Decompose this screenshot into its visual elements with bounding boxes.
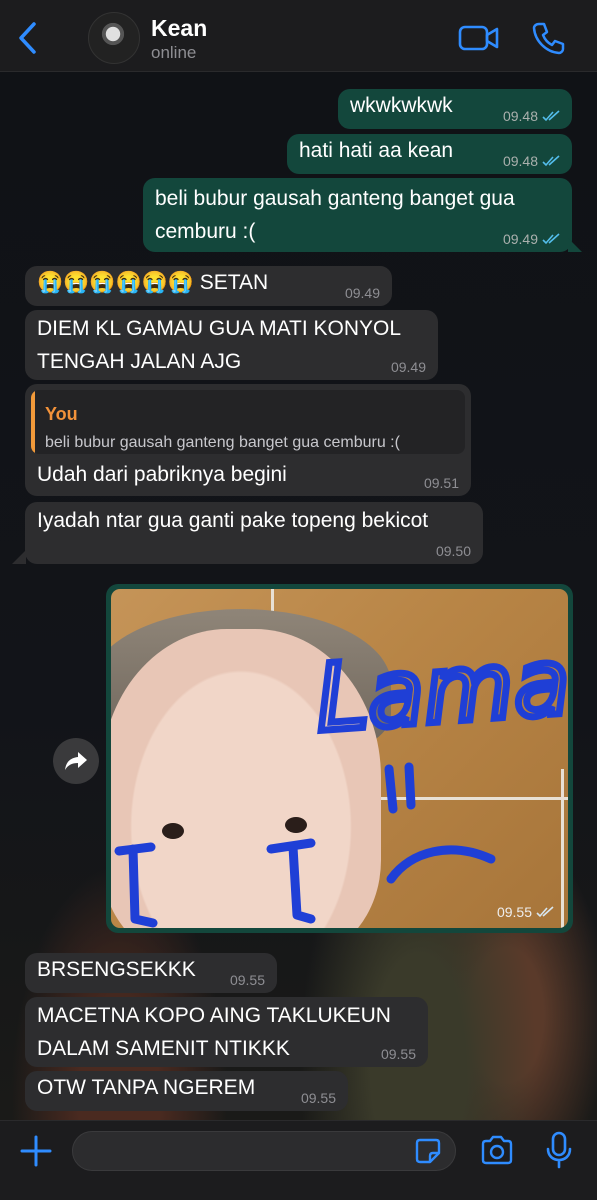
message-meta: 09.55: [497, 904, 554, 920]
contact-avatar[interactable]: [88, 12, 140, 64]
incoming-message[interactable]: DIEM KL GAMAU GUA MATI KONYOL TENGAH JAL…: [25, 310, 438, 380]
message-time: 09.51: [423, 475, 459, 491]
incoming-message[interactable]: BRSENGSEKKK 09.55: [25, 953, 277, 993]
quoted-message[interactable]: You beli bubur gausah ganteng banget gua…: [31, 390, 465, 454]
camera-icon[interactable]: [480, 1135, 514, 1165]
message-photo[interactable]: Lama 09.55: [111, 589, 568, 928]
read-receipt-icon: [542, 155, 560, 167]
forward-arrow-icon: [65, 752, 87, 770]
outgoing-message[interactable]: beli bubur gausah ganteng banget gua cem…: [143, 178, 572, 252]
message-meta: 09.50: [436, 542, 471, 560]
message-time: 09.55: [229, 972, 265, 988]
message-meta: 09.49: [391, 358, 426, 376]
drawn-text: Lama: [313, 628, 568, 752]
message-time: 09.50: [435, 543, 471, 559]
message-time: 09.49: [344, 285, 380, 301]
message-time: 09.55: [380, 1046, 416, 1062]
message-text-line: beli bubur gausah ganteng banget gua: [155, 187, 515, 210]
chat-area[interactable]: wkwkwkwk 09.48 hati hati aa kean 09.48 b…: [0, 72, 597, 1120]
message-time: 09.55: [300, 1090, 336, 1106]
message-meta: 09.49: [345, 284, 380, 302]
message-text-line: DALAM SAMENIT NTIKKK: [37, 1037, 290, 1060]
incoming-message[interactable]: Iyadah ntar gua ganti pake topeng bekico…: [25, 502, 483, 564]
incoming-reply-message[interactable]: You beli bubur gausah ganteng banget gua…: [25, 384, 471, 496]
message-meta: 09.48: [503, 152, 560, 170]
incoming-message[interactable]: OTW TANPA NGEREM 09.55: [25, 1071, 348, 1111]
outgoing-message[interactable]: wkwkwkwk 09.48: [338, 89, 572, 129]
quote-text: beli bubur gausah ganteng banget gua cem…: [45, 434, 400, 451]
outgoing-message[interactable]: hati hati aa kean 09.48: [287, 134, 572, 174]
quote-accent-bar: [31, 390, 35, 454]
message-time: 09.49: [502, 231, 538, 247]
composer-bar: [0, 1120, 597, 1200]
forward-button[interactable]: [53, 738, 99, 784]
read-receipt-icon: [542, 110, 560, 122]
video-call-icon[interactable]: [458, 22, 500, 54]
message-time: 09.48: [502, 108, 538, 124]
incoming-message[interactable]: 😭😭😭😭😭😭 SETAN 09.49: [25, 266, 392, 306]
bubble-tail: [12, 550, 26, 564]
message-meta: 09.51: [424, 474, 459, 492]
message-meta: 09.49: [503, 230, 560, 248]
message-text-line: cemburu :(: [155, 220, 256, 243]
message-time: 09.49: [390, 359, 426, 375]
photo-drawing: Lama: [114, 625, 568, 928]
message-text: 😭😭😭😭😭😭 SETAN: [37, 271, 269, 294]
message-text: Udah dari pabriknya begini: [37, 463, 287, 486]
contact-status: online: [151, 43, 197, 62]
message-meta: 09.48: [503, 107, 560, 125]
message-time: 09.48: [502, 153, 538, 169]
outgoing-image-message[interactable]: Lama 09.55: [106, 584, 573, 933]
sticker-icon[interactable]: [414, 1137, 442, 1165]
message-text-line: MACETNA KOPO AING TAKLUKEUN: [37, 1004, 391, 1027]
read-receipt-icon: [542, 233, 560, 245]
bubble-tail: [568, 238, 582, 252]
back-chevron-icon[interactable]: [14, 20, 44, 56]
read-receipt-icon: [536, 906, 554, 918]
incoming-message[interactable]: MACETNA KOPO AING TAKLUKEUN DALAM SAMENI…: [25, 997, 428, 1067]
message-meta: 09.55: [381, 1045, 416, 1063]
plus-icon[interactable]: [18, 1133, 54, 1169]
message-text-line: DIEM KL GAMAU GUA MATI KONYOL: [37, 317, 402, 340]
message-meta: 09.55: [230, 971, 265, 989]
voice-call-icon[interactable]: [530, 20, 566, 56]
contact-name[interactable]: Kean: [151, 15, 207, 42]
message-meta: 09.55: [301, 1089, 336, 1107]
message-time: 09.55: [496, 904, 532, 920]
chat-header: Kean online: [0, 0, 597, 72]
message-input[interactable]: [72, 1131, 456, 1171]
microphone-icon[interactable]: [546, 1131, 572, 1169]
message-text: Iyadah ntar gua ganti pake topeng bekico…: [37, 509, 429, 532]
message-text-line: TENGAH JALAN AJG: [37, 350, 242, 373]
message-text: OTW TANPA NGEREM: [37, 1076, 256, 1099]
